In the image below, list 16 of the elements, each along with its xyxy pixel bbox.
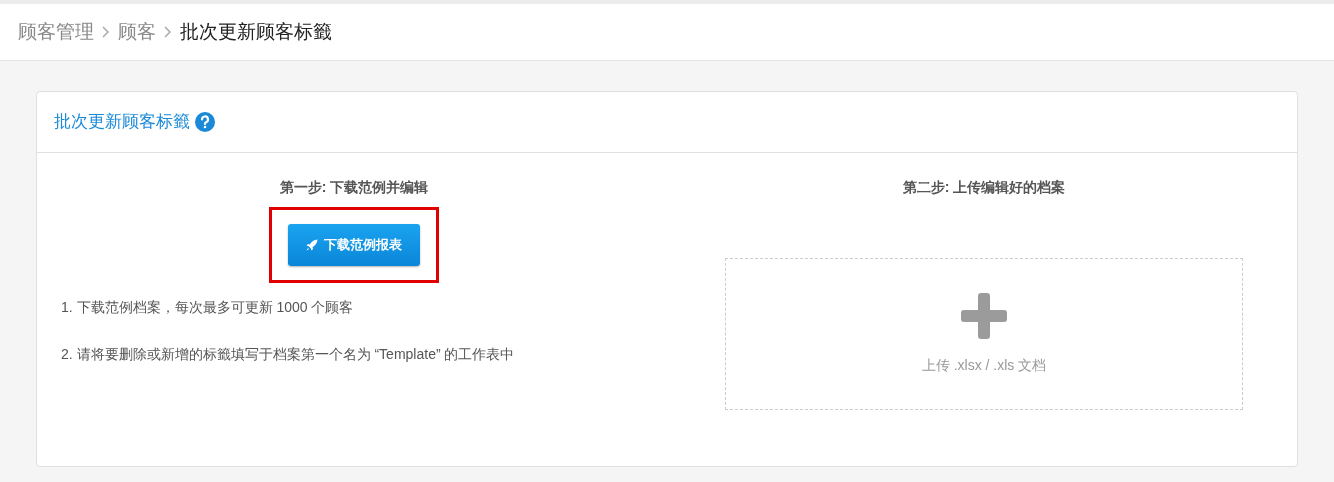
instruction-text: 2. 请将要删除或新增的标籤填写于档案第一个名为 “Template” 的工作表中: [61, 345, 515, 364]
instruction-text: 1. 下载范例档案，每次最多可更新 1000 个顾客: [61, 298, 355, 317]
breadcrumb-link[interactable]: 顾客管理: [18, 17, 94, 47]
download-button[interactable]: 下载范例报表: [288, 224, 420, 266]
upload-label: 上传 .xlsx / .xls 文档: [921, 355, 1047, 375]
chevron-icon: [164, 26, 172, 38]
breadcrumb-link[interactable]: 顾客: [118, 17, 156, 47]
chevron-icon: [102, 26, 110, 38]
upload-dropzone[interactable]: 上传 .xlsx / .xls 文档: [725, 258, 1243, 410]
breadcrumb-current: 批次更新顾客标籤: [180, 19, 332, 44]
step-title: 第一步: 下载范例并编辑: [279, 178, 429, 197]
plus-icon: [961, 292, 1007, 339]
rocket-icon: [306, 239, 318, 251]
card-title: 批次更新顾客标籤: [54, 111, 190, 134]
help-icon[interactable]: [195, 112, 215, 132]
step-title: 第二步: 上传编辑好的档案: [902, 178, 1066, 197]
